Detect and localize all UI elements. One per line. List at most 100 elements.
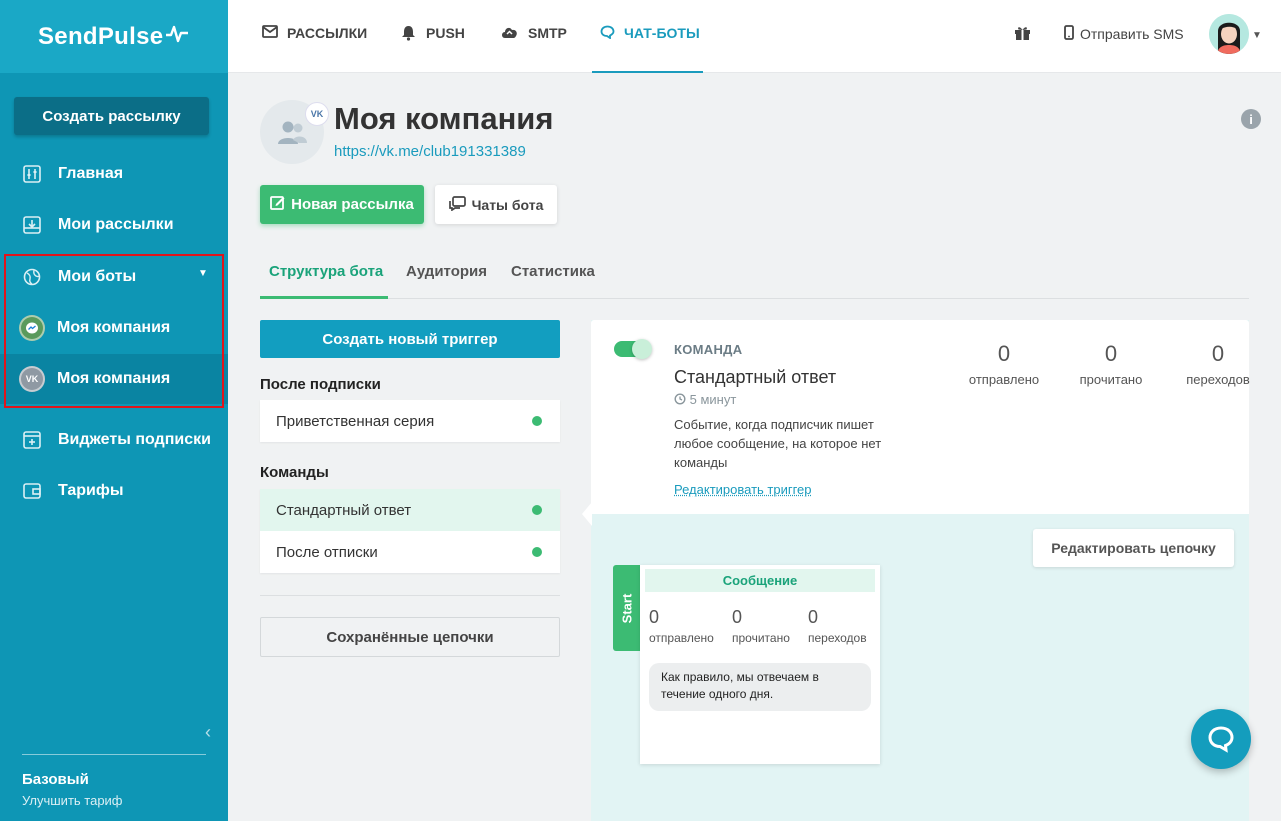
tab-push[interactable]: PUSH	[400, 0, 465, 73]
stat-value: 0	[997, 341, 1011, 366]
section-commands: Команды	[260, 464, 329, 481]
saved-chains-button[interactable]: Сохранённые цепочки	[260, 617, 560, 657]
tab-audience[interactable]: Аудитория	[406, 263, 487, 280]
widget-icon	[22, 430, 42, 450]
stat-read: 0 прочитано	[1061, 341, 1161, 387]
status-dot	[532, 505, 542, 515]
sidebar-item-label: Тарифы	[58, 482, 124, 499]
sidebar-item-label: Главная	[58, 165, 124, 182]
stat-label: переходов	[808, 631, 867, 645]
tab-smtp[interactable]: SMTP	[500, 0, 567, 73]
tabs-divider	[260, 298, 1249, 299]
chat-bubble-icon	[1208, 726, 1234, 753]
panel-pointer	[582, 502, 592, 526]
page-title: Моя компания	[334, 101, 554, 136]
node-stat-clicks: 0 переходов	[808, 607, 867, 645]
sidebar-item-home[interactable]: Главная	[0, 149, 228, 199]
history-icon	[674, 392, 690, 407]
edit-chain-button[interactable]: Редактировать цепочку	[1033, 529, 1234, 567]
edit-trigger-link[interactable]: Редактировать триггер	[674, 482, 812, 497]
caret-down-icon[interactable]: ▼	[1252, 30, 1262, 41]
create-mailing-button[interactable]: Создать рассылку	[14, 97, 209, 135]
list-item-welcome-series[interactable]: Приветственная серия	[260, 400, 560, 442]
status-dot	[532, 547, 542, 557]
stat-label: отправлено	[968, 372, 1040, 387]
bot-chats-button[interactable]: Чаты бота	[435, 185, 557, 224]
delay-value: 5 минут	[689, 392, 737, 407]
support-chat-button[interactable]	[1191, 709, 1251, 769]
logo-text: SendPulse	[38, 22, 164, 50]
tab-chatbots[interactable]: ЧАТ-БОТЫ	[592, 0, 703, 73]
bell-icon	[400, 25, 417, 45]
button-label: Новая рассылка	[291, 196, 414, 213]
info-icon[interactable]: i	[1241, 109, 1261, 129]
sidebar-item-label: Мои рассылки	[58, 216, 174, 233]
sidebar-item-widgets[interactable]: Виджеты подписки	[0, 415, 228, 465]
start-label: Start	[619, 593, 634, 623]
highlight-frame	[4, 254, 224, 408]
sidebar-item-my-mailings[interactable]: Мои рассылки	[0, 200, 228, 250]
tab-label: SMTP	[528, 25, 567, 41]
section-after-subscribe: После подписки	[260, 376, 381, 393]
mail-icon	[262, 25, 278, 42]
stat-label: отправлено	[649, 631, 714, 645]
edit-icon	[270, 195, 285, 214]
node-stat-read: 0 прочитано	[732, 607, 790, 645]
trigger-delay: 5 минут	[674, 392, 736, 407]
trigger-type: КОМАНДА	[674, 342, 743, 357]
send-sms-label: Отправить SMS	[1080, 26, 1184, 42]
inbox-icon	[22, 215, 42, 235]
list-item-label: Стандартный ответ	[276, 501, 412, 519]
tab-statistics[interactable]: Статистика	[511, 263, 595, 280]
tab-label: PUSH	[426, 25, 465, 41]
top-navigation: РАССЫЛКИ PUSH SMTP ЧАТ-БОТЫ Отправить SM…	[228, 0, 1281, 73]
tab-mailings[interactable]: РАССЫЛКИ	[262, 0, 367, 73]
divider	[260, 595, 560, 596]
stat-sent: 0 отправлено	[954, 341, 1054, 387]
gift-icon[interactable]	[1014, 24, 1031, 46]
stat-value: 0	[1104, 341, 1118, 366]
stat-clicks: 0 переходов	[1168, 341, 1268, 387]
stat-label: прочитано	[1079, 372, 1143, 387]
sidebar-item-label: Виджеты подписки	[58, 431, 211, 448]
stat-value: 0	[1211, 341, 1225, 366]
sliders-icon	[22, 164, 42, 184]
button-label: Чаты бота	[471, 196, 544, 213]
pulse-icon	[166, 23, 189, 51]
list-item-default-reply[interactable]: Стандартный ответ	[260, 489, 560, 531]
message-bubble: Как правило, мы отвечаем в течение одног…	[649, 663, 871, 711]
stat-value: 0	[732, 607, 743, 627]
status-dot	[532, 416, 542, 426]
tab-label: ЧАТ-БОТЫ	[624, 25, 700, 41]
sidebar-item-tariffs[interactable]: Тарифы	[0, 466, 228, 516]
chat-icon	[600, 25, 615, 43]
stat-value: 0	[808, 607, 819, 627]
bot-link[interactable]: https://vk.me/club191331389	[334, 143, 526, 160]
start-marker: Start	[613, 565, 640, 651]
chats-icon	[448, 195, 466, 214]
active-tab-indicator	[260, 296, 388, 299]
node-stat-sent: 0 отправлено	[649, 607, 714, 645]
tab-bot-structure[interactable]: Структура бота	[269, 263, 383, 280]
list-item-after-unsubscribe[interactable]: После отписки	[260, 531, 560, 573]
wallet-icon	[22, 481, 42, 501]
plan-name: Базовый	[22, 771, 89, 788]
logo[interactable]: SendPulse	[0, 0, 228, 73]
cloud-icon	[500, 25, 519, 43]
vk-badge-icon: VK	[305, 102, 329, 126]
trigger-title: Стандартный ответ	[674, 367, 837, 387]
stat-label: прочитано	[732, 631, 790, 645]
divider	[22, 754, 206, 755]
trigger-description: Событие, когда подписчик пишет любое соо…	[674, 417, 882, 470]
users-icon	[278, 121, 307, 144]
new-mailing-button[interactable]: Новая рассылка	[260, 185, 424, 224]
sidebar: SendPulse Создать рассылку Главная Мои р…	[0, 0, 228, 821]
upgrade-plan-link[interactable]: Улучшить тариф	[22, 793, 123, 808]
toggle-knob[interactable]	[632, 339, 652, 359]
collapse-sidebar-icon[interactable]: ‹	[205, 722, 211, 743]
avatar[interactable]	[1209, 14, 1249, 54]
list-item-label: Приветственная серия	[276, 412, 435, 430]
send-sms-button[interactable]: Отправить SMS	[1064, 25, 1184, 43]
create-trigger-button[interactable]: Создать новый триггер	[260, 320, 560, 358]
phone-icon	[1064, 25, 1074, 43]
